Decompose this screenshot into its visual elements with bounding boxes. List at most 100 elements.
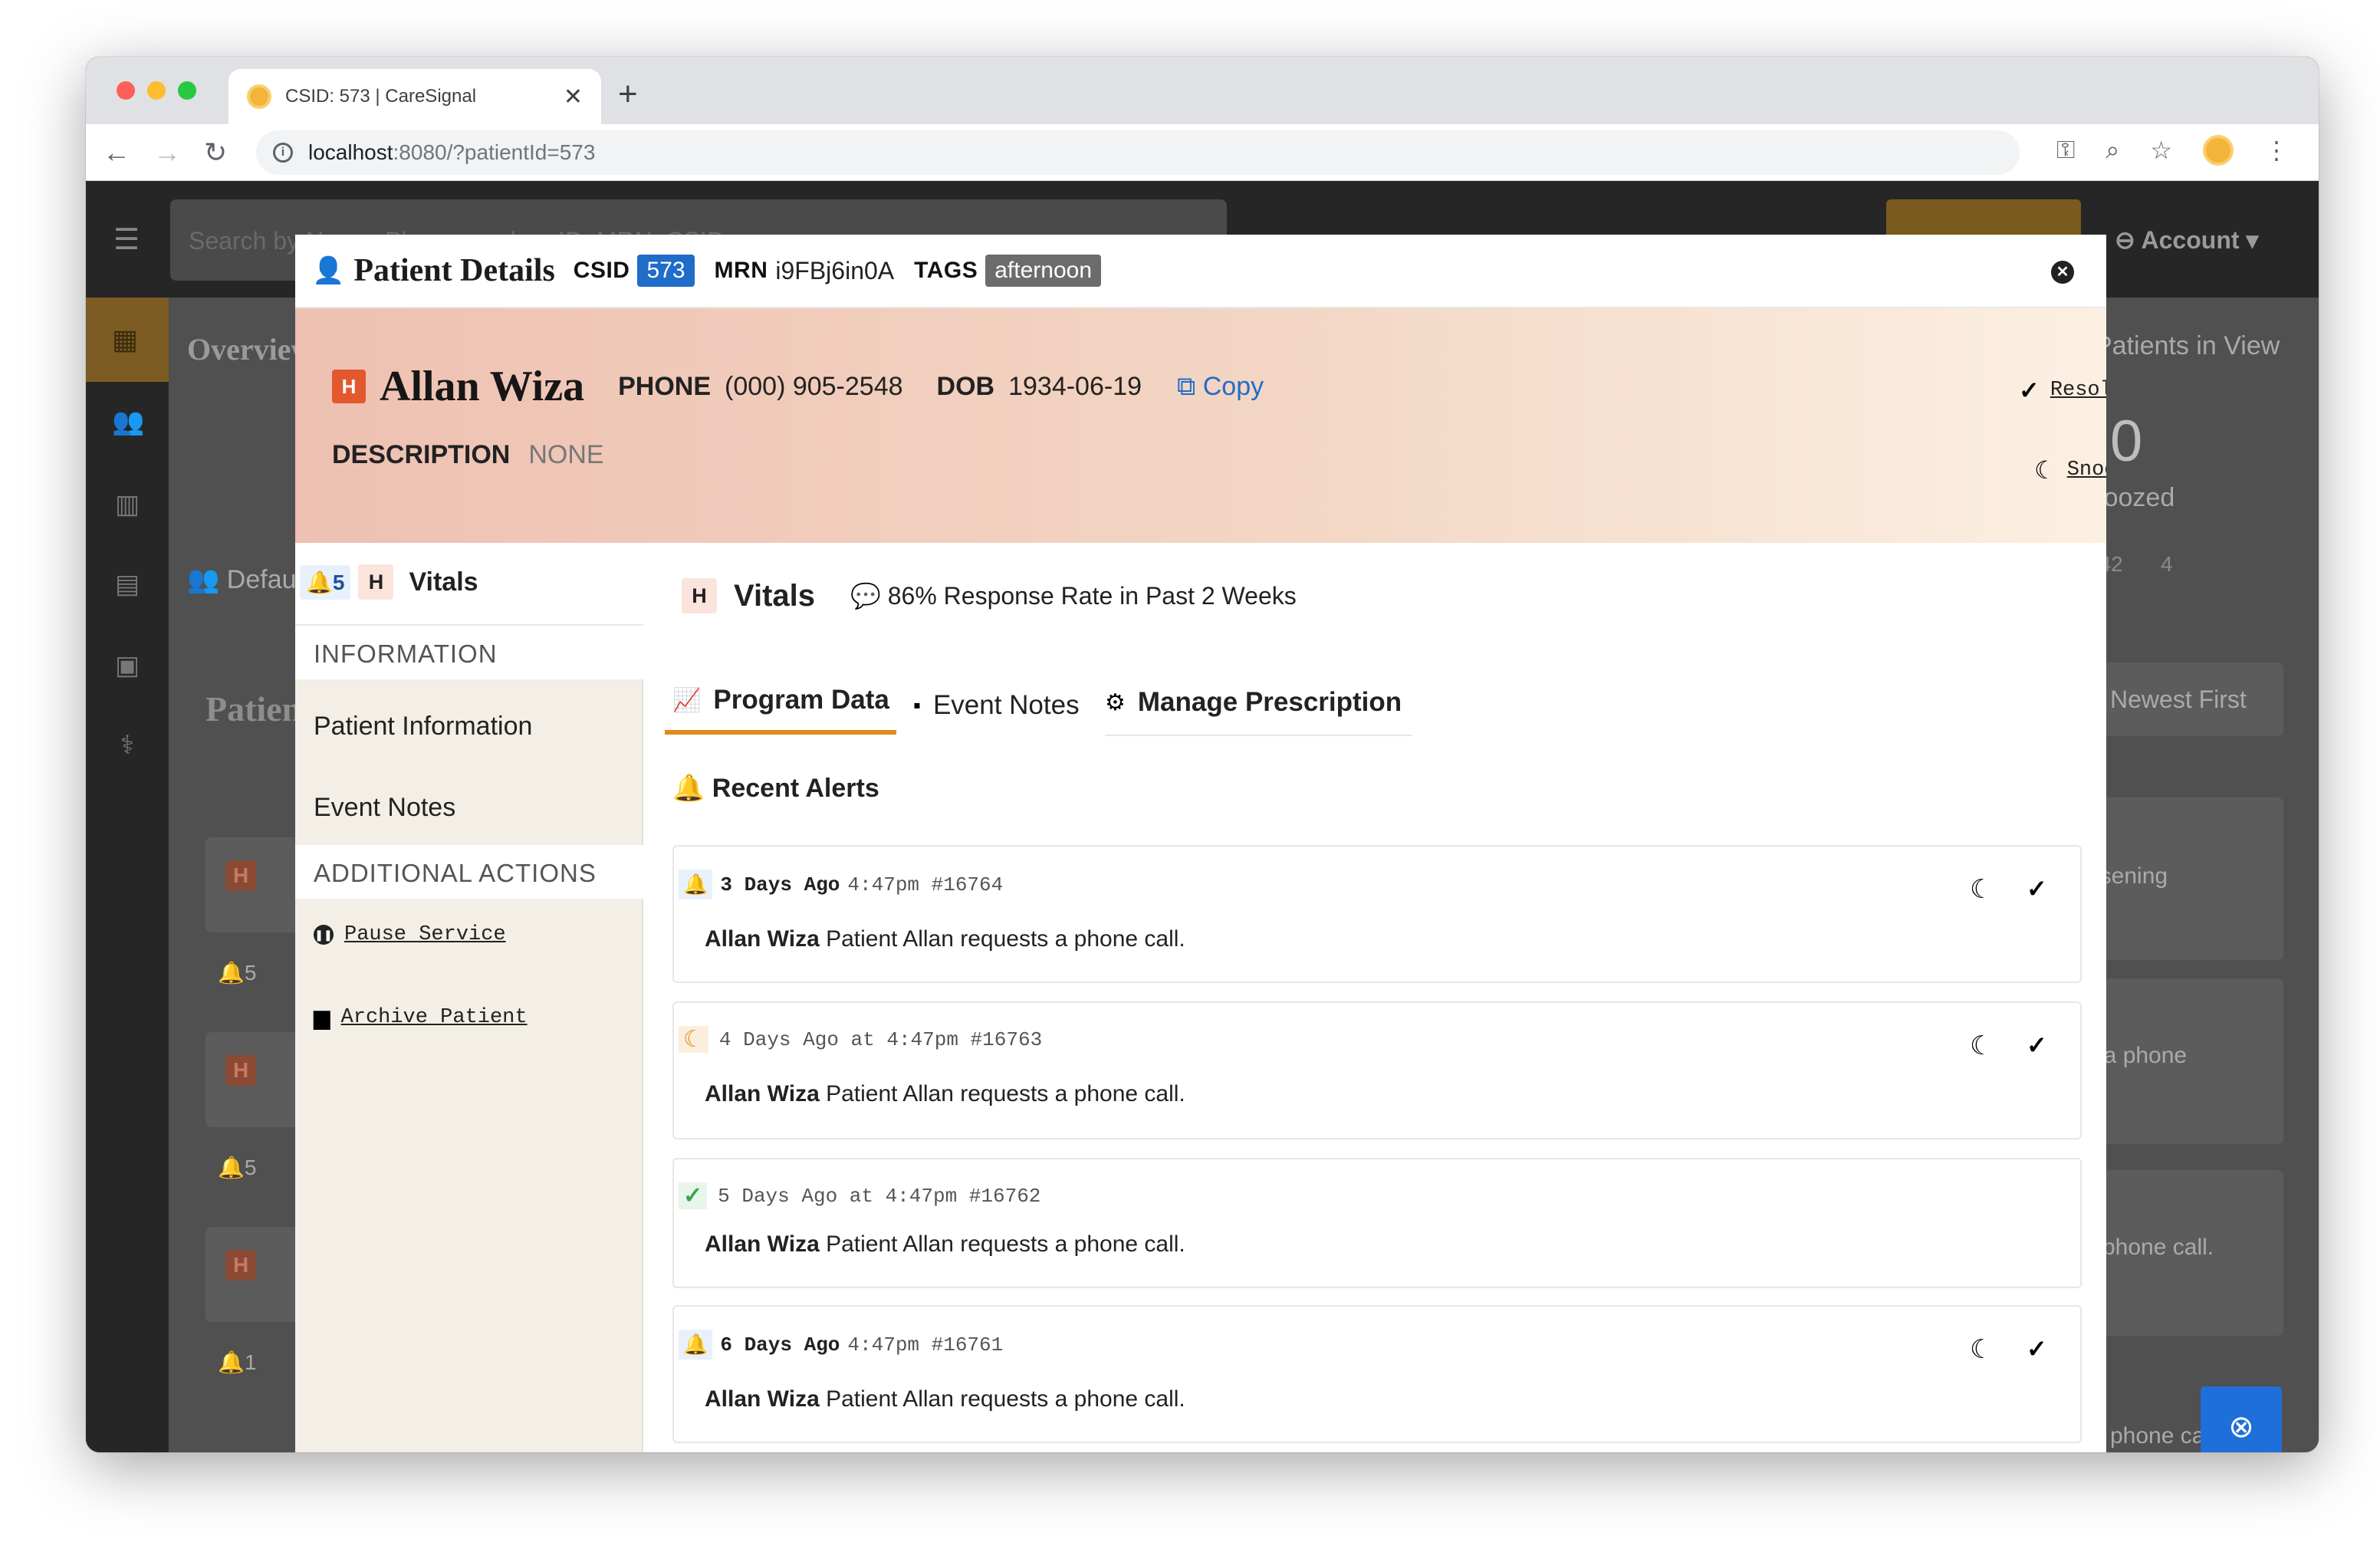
priority-badge: H bbox=[225, 1055, 257, 1086]
bg-alert-card: ts a phone bbox=[2079, 978, 2283, 1144]
sidebar-item-overview[interactable]: ▦ bbox=[86, 298, 169, 382]
alert-days: 4 Days Ago at 4:47pm #16763 bbox=[718, 1028, 1043, 1051]
note-icon: ▪ bbox=[913, 693, 921, 717]
nav-patient-information[interactable]: Patient Information bbox=[295, 712, 532, 741]
account-menu[interactable]: ⊖ Account ▾ bbox=[2115, 225, 2258, 255]
description-line: DESCRIPTION NONE bbox=[332, 440, 604, 470]
priority-badge: H bbox=[682, 578, 717, 613]
tab-program-data[interactable]: 📈 Program Data bbox=[665, 670, 896, 735]
alert-days-text: 3 Days Ago bbox=[720, 873, 840, 896]
tab-manage-prescription-label: Manage Prescription bbox=[1137, 687, 1402, 717]
address-bar[interactable]: i localhost:8080/?patientId=573 bbox=[256, 130, 2020, 175]
resolve-alert-icon[interactable]: ✓ bbox=[2027, 874, 2047, 903]
bg-bell-count: 🔔1 bbox=[218, 1350, 257, 1374]
dob-label: DOB bbox=[936, 371, 995, 401]
priority-badge: H bbox=[358, 564, 394, 600]
alert-text: Patient Allan requests a phone call. bbox=[826, 1386, 1185, 1412]
sort-label: Newest First bbox=[2110, 686, 2247, 713]
sort-select[interactable]: Newest First bbox=[2095, 663, 2283, 736]
medkit-icon[interactable]: ▣ bbox=[112, 650, 143, 681]
alert-card: ☾ 4 Days Ago at 4:47pm #16763 Allan Wiza… bbox=[672, 1001, 2082, 1139]
profile-avatar[interactable] bbox=[2202, 135, 2234, 166]
help-fab-button[interactable]: ⊗ bbox=[2201, 1386, 2282, 1452]
alert-patient-name: Allan Wiza bbox=[705, 1231, 820, 1257]
modal-main-content: H Vitals 💬 86% Response Rate in Past 2 W… bbox=[645, 543, 2106, 1452]
tab-manage-prescription[interactable]: ⚙ Manage Prescription bbox=[1105, 670, 1412, 736]
close-tab-icon[interactable]: ✕ bbox=[564, 84, 583, 110]
nav-event-notes[interactable]: Event Notes bbox=[295, 793, 455, 823]
key-icon[interactable]: ⚿ bbox=[2056, 136, 2075, 165]
section-additional-actions: ADDITIONAL ACTIONS bbox=[295, 845, 643, 899]
alert-meta-row: ✓ 5 Days Ago at 4:47pm #16762 bbox=[679, 1182, 1040, 1209]
account-label: Account bbox=[2141, 226, 2240, 254]
tag-badge: afternoon bbox=[985, 255, 1102, 287]
alert-days-text: 6 Days Ago bbox=[720, 1333, 840, 1356]
users-icon[interactable]: 👥 bbox=[112, 406, 144, 437]
recent-alerts-title: 🔔 Recent Alerts bbox=[672, 773, 879, 804]
alert-days: 6 Days Ago bbox=[720, 1333, 840, 1356]
pause-service-label: Pause Service bbox=[344, 923, 506, 946]
recent-alerts-label: Recent Alerts bbox=[712, 774, 879, 803]
hamburger-menu-icon[interactable]: ☰ bbox=[113, 222, 140, 257]
patient-name: Allan Wiza bbox=[380, 363, 585, 410]
snooze-alert-icon[interactable]: ☾ bbox=[1970, 874, 1993, 905]
mrn-value: i9FBj6in0A bbox=[775, 256, 895, 284]
alert-card: ✓ 5 Days Ago at 4:47pm #16762 Allan Wiza… bbox=[672, 1158, 2082, 1288]
tab-event-notes[interactable]: ▪ Event Notes bbox=[913, 673, 1080, 738]
reload-icon[interactable]: ↻ bbox=[204, 136, 227, 169]
moon-icon: ☾ bbox=[2034, 456, 2056, 484]
copy-button[interactable]: ⧉ Copy bbox=[1177, 372, 1264, 402]
lifebuoy-icon: ⊗ bbox=[2228, 1410, 2254, 1444]
menu-kebab-icon[interactable]: ⋮ bbox=[2264, 136, 2289, 165]
alert-card: 🔔 6 Days Ago 4:47pm #16761 Allan Wiza Pa… bbox=[672, 1305, 2082, 1443]
site-info-icon[interactable]: i bbox=[273, 143, 293, 163]
alert-patient-name: Allan Wiza bbox=[705, 1081, 820, 1106]
archive-patient-button[interactable]: ▆ Archive Patient bbox=[314, 1005, 528, 1030]
new-tab-button[interactable]: + bbox=[618, 75, 638, 113]
alert-days: 3 Days Ago bbox=[720, 873, 840, 896]
tab-event-notes-label: Event Notes bbox=[932, 690, 1080, 720]
resolve-alert-icon[interactable]: ✓ bbox=[2027, 1334, 2047, 1363]
minimize-window-button[interactable] bbox=[147, 81, 166, 100]
browser-window: CSID: 573 | CareSignal ✕ + ← → ↻ i local… bbox=[86, 57, 2319, 1452]
phone-value: (000) 905-2548 bbox=[725, 371, 903, 401]
stethoscope-icon[interactable]: ⚕ bbox=[112, 730, 143, 761]
modal-header: 👤 Patient Details CSID 573 MRN i9FBj6in0… bbox=[295, 235, 2106, 308]
default-filter[interactable]: 👥 Default bbox=[187, 564, 310, 595]
app-sidebar bbox=[86, 298, 169, 1452]
gear-icon: ⚙ bbox=[1105, 689, 1126, 715]
alert-time: 4:47pm #16761 bbox=[847, 1333, 1004, 1356]
alert-meta-row: 🔔 6 Days Ago 4:47pm #16761 bbox=[679, 1330, 1003, 1360]
forward-arrow-icon[interactable]: → bbox=[153, 136, 181, 169]
star-icon[interactable]: ☆ bbox=[2150, 136, 2172, 165]
calendar-icon[interactable]: ▤ bbox=[112, 569, 143, 600]
bell-count: 5 bbox=[244, 1156, 257, 1179]
copy-label: Copy bbox=[1202, 371, 1264, 401]
patient-details-modal: 👤 Patient Details CSID 573 MRN i9FBj6in0… bbox=[295, 235, 2106, 1452]
snooze-alert-icon[interactable]: ☾ bbox=[1970, 1334, 1993, 1365]
zoom-icon[interactable]: ⌕ bbox=[2106, 136, 2119, 165]
close-modal-icon[interactable]: ✕ bbox=[2051, 261, 2074, 284]
bg-bell-count: 🔔5 bbox=[218, 1156, 257, 1179]
count-b: 4 bbox=[2161, 552, 2173, 576]
snooze-button[interactable]: ☾ Snooze bbox=[2034, 455, 2106, 485]
resolve-label: Resolve bbox=[2050, 379, 2106, 402]
check-icon: ✓ bbox=[2019, 376, 2040, 404]
bg-card-snippet: orsening bbox=[2079, 863, 2168, 889]
program-selector: 🔔5 H Vitals bbox=[295, 543, 643, 626]
priority-badge: H bbox=[225, 860, 257, 891]
browser-tab[interactable]: CSID: 573 | CareSignal ✕ bbox=[228, 69, 601, 124]
bg-bell-count: 🔔5 bbox=[218, 961, 257, 985]
section-information: INFORMATION bbox=[295, 626, 643, 679]
close-window-button[interactable] bbox=[117, 81, 135, 100]
alert-meta-row: 🔔 3 Days Ago 4:47pm #16764 bbox=[679, 870, 1003, 899]
snooze-alert-icon[interactable]: ☾ bbox=[1970, 1031, 1993, 1061]
mrn-label: MRN bbox=[714, 258, 768, 283]
back-arrow-icon[interactable]: ← bbox=[103, 136, 130, 169]
resolve-alert-icon[interactable]: ✓ bbox=[2027, 1031, 2047, 1060]
maximize-window-button[interactable] bbox=[178, 81, 196, 100]
resolve-button[interactable]: ✓ Resolve bbox=[2019, 376, 2106, 405]
pause-service-button[interactable]: ❚❚ Pause Service bbox=[314, 923, 506, 946]
program-title: Vitals bbox=[734, 578, 815, 613]
analytics-icon[interactable]: ▥ bbox=[112, 489, 143, 520]
